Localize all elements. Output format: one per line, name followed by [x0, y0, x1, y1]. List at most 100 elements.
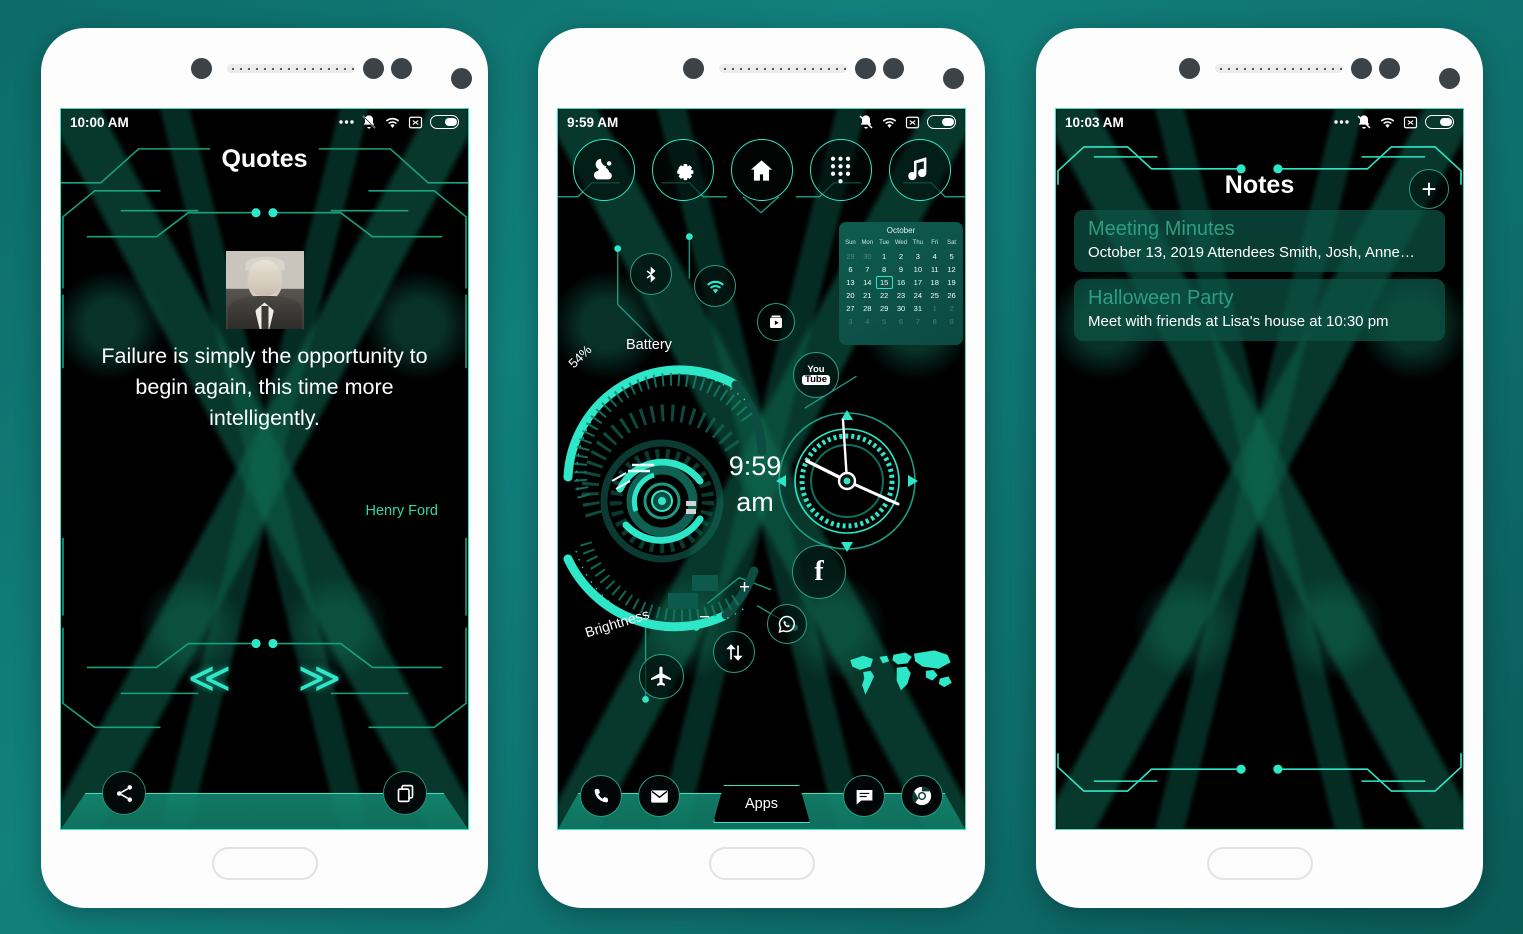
calendar-day-cell[interactable]: 17: [909, 276, 926, 289]
calendar-month: October: [886, 226, 916, 235]
airplane-icon: [651, 666, 671, 686]
phone-sensor-row: [41, 58, 488, 89]
calendar-day-cell[interactable]: 2: [893, 250, 910, 263]
calendar-day-cell[interactable]: 2: [943, 302, 960, 315]
calendar-day-header: Sat: [947, 240, 957, 246]
wifi-toggle[interactable]: [694, 265, 736, 307]
calendar-day-cell[interactable]: 13: [842, 276, 859, 289]
phone-sensor-row: [538, 58, 985, 89]
calendar-day-cell[interactable]: 29: [842, 250, 859, 263]
calendar-day-cell[interactable]: 24: [909, 289, 926, 302]
quotes-footer: [61, 771, 468, 829]
note-body: October 13, 2019 Attendees Smith, Josh, …: [1088, 244, 1415, 261]
data-sync-toggle[interactable]: [713, 631, 755, 673]
calendar-day-cell[interactable]: 5: [876, 315, 893, 328]
calendar-day-cell[interactable]: 3: [842, 315, 859, 328]
dock-chrome-button[interactable]: [901, 775, 943, 817]
calendar-day-cell[interactable]: 28: [859, 302, 876, 315]
calendar-day-cell[interactable]: 25: [926, 289, 943, 302]
calendar-day-cell[interactable]: 19: [943, 276, 960, 289]
phone-device-notes: 10:03 AM Notes + Meeting Minutes October…: [1036, 28, 1483, 908]
apps-drawer-button[interactable]: Apps: [713, 785, 810, 823]
home-button[interactable]: [708, 847, 815, 880]
weather-icon: [593, 158, 612, 180]
brightness-increase-button[interactable]: +: [739, 577, 750, 599]
calendar-day-cell[interactable]: 27: [842, 302, 859, 315]
calendar-day-cell[interactable]: 16: [893, 276, 910, 289]
bluetooth-toggle[interactable]: [630, 253, 672, 295]
calendar-day-cell[interactable]: 8: [926, 315, 943, 328]
calendar-day-cell[interactable]: 8: [876, 263, 893, 276]
calendar-day-cell[interactable]: 21: [859, 289, 876, 302]
calendar-day-cell[interactable]: 18: [926, 276, 943, 289]
calendar-day-cell[interactable]: 4: [926, 250, 943, 263]
calendar-day-cell[interactable]: 30: [893, 302, 910, 315]
calendar-day-cell[interactable]: 1: [926, 302, 943, 315]
earpiece-speaker: [1215, 64, 1343, 73]
screen-home: 9:59 AM October Sun Mon Tue Wed Thu Fri …: [557, 108, 966, 830]
calendar-day-cell[interactable]: 30: [859, 250, 876, 263]
calendar-day-cell[interactable]: 29: [876, 302, 893, 315]
next-quote-button[interactable]: ≫: [298, 657, 342, 699]
previous-quote-button[interactable]: ≪: [188, 657, 232, 699]
copy-button[interactable]: [383, 771, 427, 815]
calendar-day-cell[interactable]: 23: [893, 289, 910, 302]
phone-device-quotes: 10:00 AM Quotes Failure is simply the op…: [41, 28, 488, 908]
home-icon-button[interactable]: [730, 139, 793, 201]
calendar-day-cell[interactable]: 5: [943, 250, 960, 263]
share-button[interactable]: [102, 771, 146, 815]
youtube-shortcut[interactable]: You Tube: [793, 352, 839, 398]
status-icons: [858, 114, 956, 130]
dock-mail-button[interactable]: [638, 775, 680, 817]
airplane-mode-toggle[interactable]: [639, 654, 684, 699]
weather-icon-button[interactable]: [572, 139, 635, 201]
battery-icon: [1425, 115, 1454, 129]
calendar-day-cell[interactable]: 7: [859, 263, 876, 276]
world-map-widget[interactable]: [847, 644, 955, 700]
calendar-day-cell[interactable]: 7: [909, 315, 926, 328]
whatsapp-shortcut[interactable]: [767, 604, 807, 644]
calendar-day-cell[interactable]: 10: [909, 263, 926, 276]
calendar-day-cell[interactable]: 11: [926, 263, 943, 276]
calendar-day-cell[interactable]: 6: [842, 263, 859, 276]
settings-icon-button[interactable]: [651, 139, 714, 201]
calendar-day-cell[interactable]: 6: [893, 315, 910, 328]
calendar-widget[interactable]: October Sun Mon Tue Wed Thu Fri Sat 29 30 1 2 3 4 5 6 7…: [839, 222, 963, 345]
calendar-day-cell[interactable]: 14: [859, 276, 876, 289]
phone-icon: [594, 788, 609, 803]
data-transfer-icon: [725, 643, 743, 661]
calendar-day-cell[interactable]: 20: [842, 289, 859, 302]
calendar-day-cell[interactable]: 26: [943, 289, 960, 302]
led-indicator: [451, 68, 472, 89]
calendar-day-cell[interactable]: 31: [909, 302, 926, 315]
bell-muted-icon: [362, 115, 376, 129]
screen-quotes: 10:00 AM Quotes Failure is simply the op…: [60, 108, 469, 830]
front-camera: [1379, 58, 1400, 79]
calendar-day-cell[interactable]: 1: [876, 250, 893, 263]
calendar-day-cell[interactable]: 3: [909, 250, 926, 263]
facebook-shortcut[interactable]: f: [792, 545, 846, 599]
home-button[interactable]: [1206, 847, 1313, 880]
dialpad-icon-button[interactable]: [809, 139, 872, 201]
calendar-day-cell[interactable]: 15: [875, 276, 893, 289]
brightness-decrease-button[interactable]: −: [699, 607, 710, 629]
add-note-button[interactable]: +: [1409, 169, 1449, 209]
note-list-item[interactable]: Halloween Party Meet with friends at Lis…: [1074, 279, 1445, 341]
dock-messages-button[interactable]: [843, 775, 885, 817]
no-sim-icon: [408, 116, 423, 128]
page-title: Quotes: [221, 145, 308, 173]
note-list-item[interactable]: Meeting Minutes October 13, 2019 Attende…: [1074, 210, 1445, 272]
calendar-day-cell[interactable]: 9: [893, 263, 910, 276]
calendar-day-cell[interactable]: 4: [859, 315, 876, 328]
music-icon-button[interactable]: [888, 139, 951, 201]
phone-device-home: 9:59 AM October Sun Mon Tue Wed Thu Fri …: [538, 28, 985, 908]
home-button[interactable]: [211, 847, 318, 880]
dock-phone-button[interactable]: [580, 775, 622, 817]
calendar-day-header: Tue: [879, 240, 890, 246]
calendar-day-cell[interactable]: 12: [943, 263, 960, 276]
play-store-shortcut[interactable]: [757, 303, 795, 341]
calendar-day-cell[interactable]: 9: [943, 315, 960, 328]
calendar-day-cell[interactable]: 22: [876, 289, 893, 302]
app-dock: Apps: [558, 769, 965, 829]
status-bar: 10:00 AM: [61, 109, 468, 135]
